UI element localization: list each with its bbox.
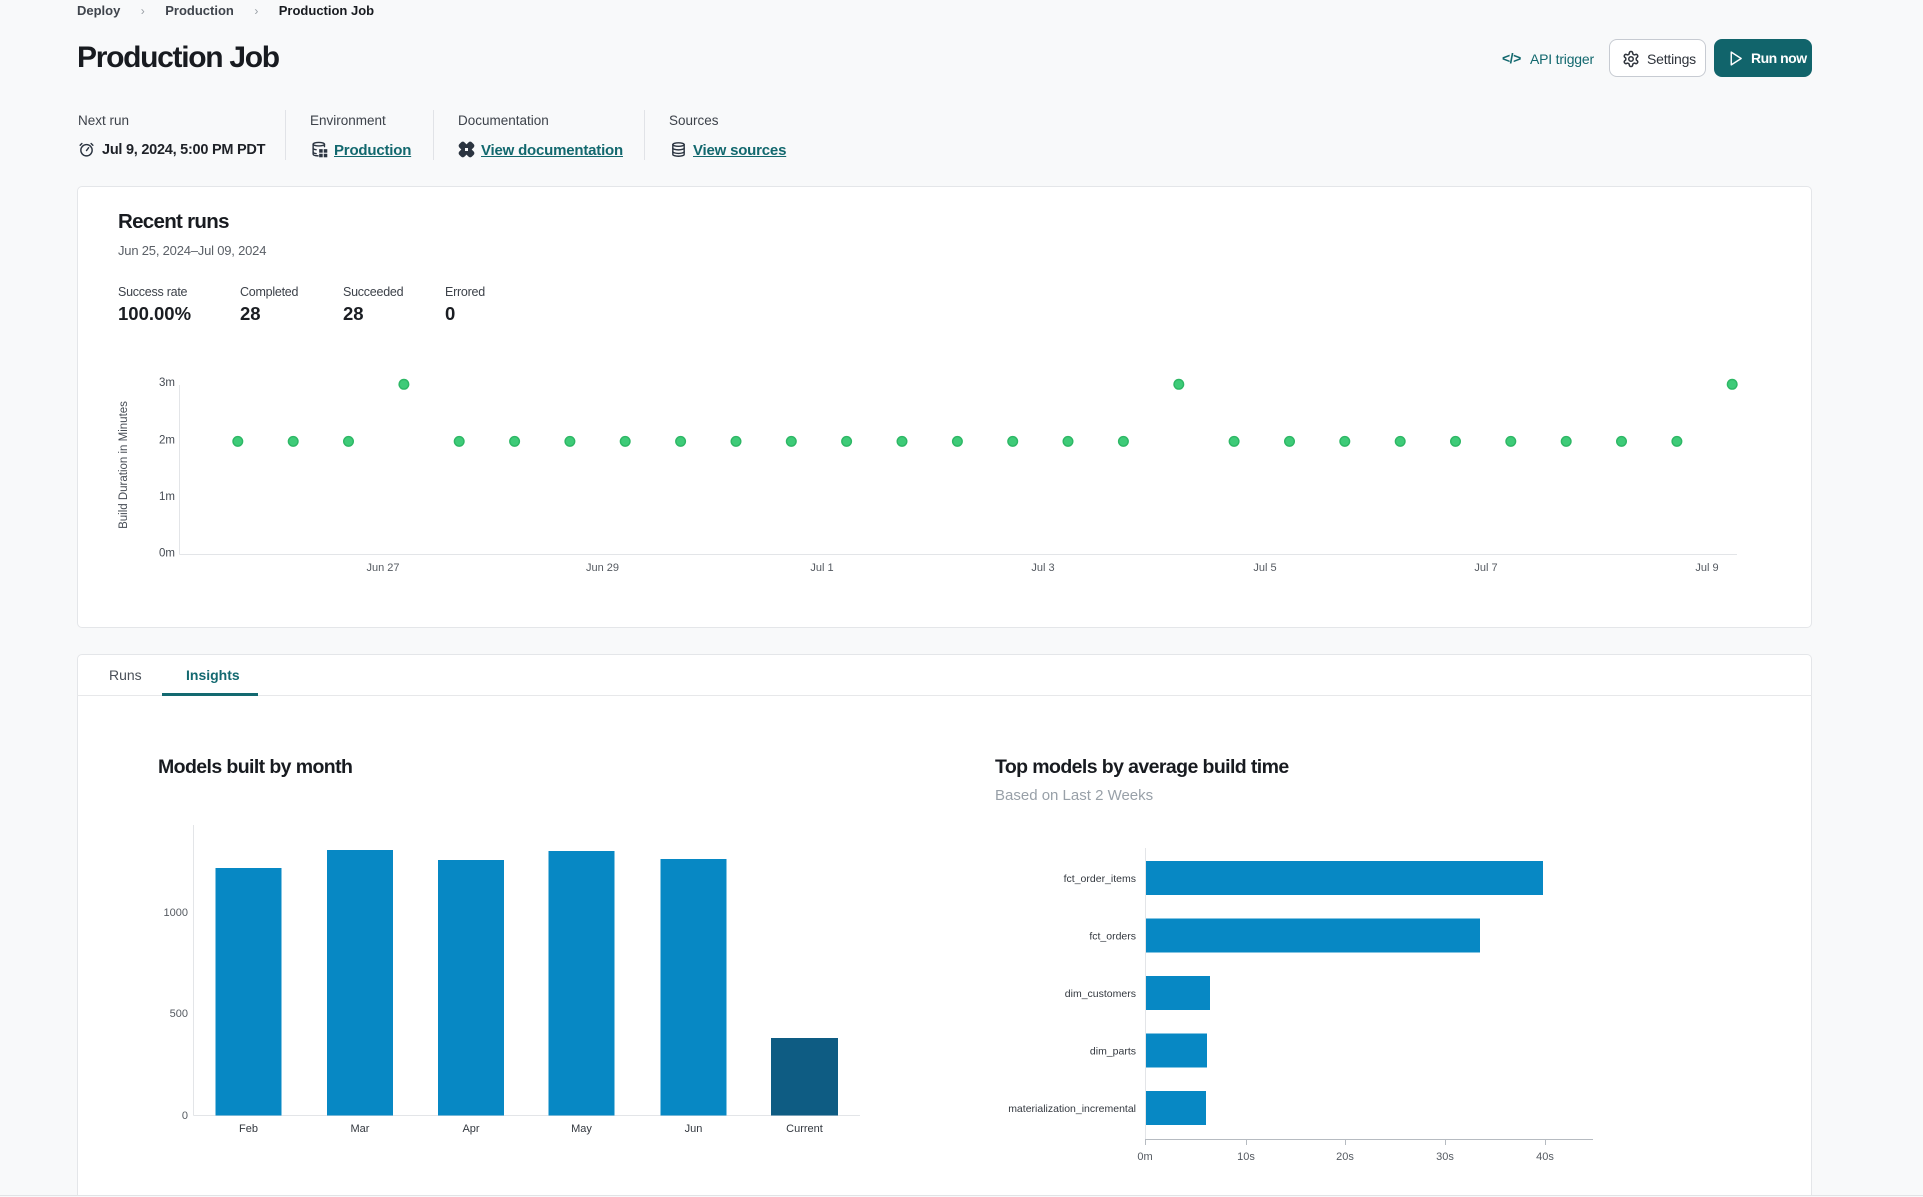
svg-text:Jul 5: Jul 5 [1253,562,1276,574]
svg-text:10s: 10s [1237,1151,1255,1163]
svg-text:Jun: Jun [685,1123,703,1135]
svg-text:2m: 2m [159,434,175,446]
svg-text:Current: Current [786,1123,823,1135]
svg-text:Feb: Feb [239,1123,258,1135]
svg-text:0m: 0m [159,547,175,559]
svg-text:Build Duration in Minutes: Build Duration in Minutes [118,401,130,529]
svg-text:Jul 3: Jul 3 [1031,562,1054,574]
svg-text:500: 500 [170,1008,188,1020]
svg-text:dim_customers: dim_customers [1065,988,1136,1000]
svg-text:0m: 0m [1137,1151,1152,1163]
svg-text:May: May [571,1123,592,1135]
svg-text:1000: 1000 [164,907,188,919]
svg-text:fct_order_items: fct_order_items [1064,873,1136,885]
svg-text:3m: 3m [159,377,175,389]
svg-text:Apr: Apr [462,1123,479,1135]
svg-text:20s: 20s [1336,1151,1354,1163]
svg-text:0: 0 [182,1110,188,1122]
svg-text:Jul 9: Jul 9 [1695,562,1718,574]
svg-text:30s: 30s [1436,1151,1454,1163]
svg-text:Jul 7: Jul 7 [1474,562,1497,574]
svg-text:dim_parts: dim_parts [1090,1046,1136,1058]
svg-text:40s: 40s [1536,1151,1554,1163]
svg-text:fct_orders: fct_orders [1089,931,1136,943]
svg-text:materialization_incremental: materialization_incremental [1008,1103,1136,1115]
svg-text:1m: 1m [159,491,175,503]
svg-text:Jun 27: Jun 27 [366,562,399,574]
svg-text:Mar: Mar [351,1123,370,1135]
svg-text:Jun 29: Jun 29 [586,562,619,574]
svg-text:Jul 1: Jul 1 [810,562,833,574]
